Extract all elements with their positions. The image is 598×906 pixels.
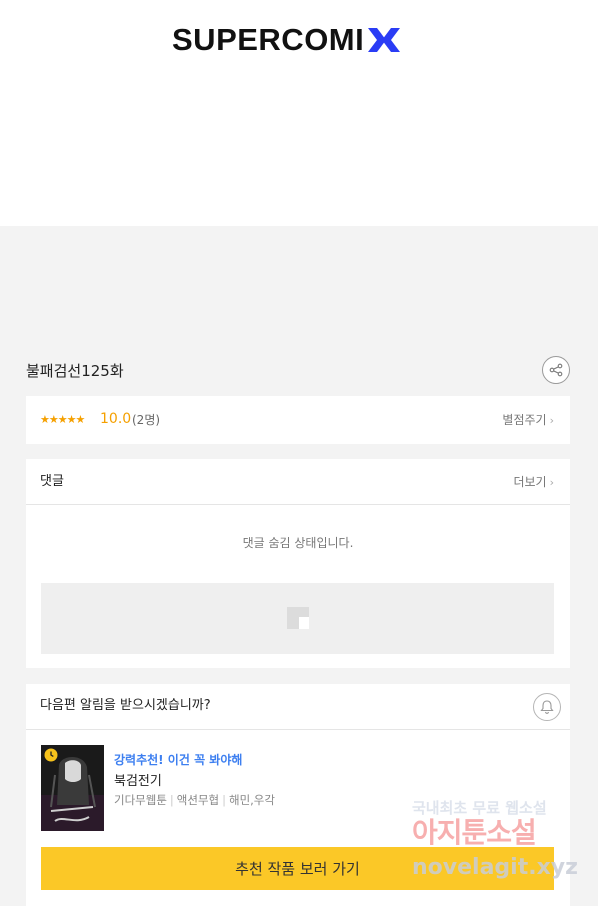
episode-title: 불패검선125화 (26, 362, 124, 380)
rating-count: (2명) (132, 413, 161, 427)
genre-divider: | (222, 793, 226, 807)
ad-area: SUPERCOMI (0, 0, 598, 226)
comments-more-label: 더보기 (513, 475, 547, 489)
next-episode-card: 다음편 알림을 받으시겠습니까? 강력추천! 이건 꼭 봐야해 북검전기 기다무… (26, 684, 570, 906)
chevron-right-icon: › (549, 476, 554, 489)
notify-question: 다음편 알림을 받으시겠습니까? (40, 698, 211, 713)
clock-badge-icon (44, 748, 58, 762)
bell-icon (540, 700, 554, 714)
recommendation-tag: 강력추천! 이건 꼭 봐야해 (114, 753, 243, 767)
site-logo[interactable]: SUPERCOMI (172, 22, 402, 58)
view-recommendation-label: 추천 작품 보러 가기 (235, 860, 360, 878)
image-placeholder-icon (287, 607, 309, 629)
rating-card: ★★★★★ 10.0 (2명) 별점주기 › (26, 396, 570, 444)
recommendation-thumbnail[interactable] (41, 745, 104, 831)
rating-score: 10.0 (100, 411, 132, 427)
genre-tag: 액션무협 (176, 793, 220, 807)
logo-text: SUPERCOMI (172, 22, 365, 57)
genre-tag: 기다무웹툰 (114, 793, 167, 807)
rate-button-label: 별점주기 (502, 413, 547, 427)
recommendation-title[interactable]: 북검전기 (114, 772, 162, 792)
comments-card: 댓글 더보기 › 댓글 숨김 상태입니다. (26, 459, 570, 668)
rating-stars: ★★★★★ (40, 413, 85, 426)
episode-header: 불패검선125화 (26, 356, 570, 386)
view-recommendation-button[interactable]: 추천 작품 보러 가기 (41, 847, 554, 890)
recommendation-genres: 기다무웹툰 | 액션무협 | 해민,우각 (114, 791, 275, 809)
share-icon (549, 363, 563, 377)
notify-header: 다음편 알림을 받으시겠습니까? (26, 684, 570, 730)
rate-button[interactable]: 별점주기 › (502, 410, 554, 431)
notify-bell-button[interactable] (533, 693, 561, 721)
comments-more-button[interactable]: 더보기 › (513, 472, 554, 493)
share-button[interactable] (542, 356, 570, 384)
comments-title: 댓글 (40, 474, 64, 489)
comment-input-placeholder[interactable] (41, 583, 554, 654)
comments-header: 댓글 더보기 › (26, 459, 570, 505)
logo-x-mark (368, 28, 401, 52)
genre-tag: 해민,우각 (228, 793, 275, 807)
genre-divider: | (169, 793, 174, 807)
chevron-right-icon: › (549, 414, 554, 427)
comments-hidden-message: 댓글 숨김 상태입니다. (242, 536, 354, 550)
